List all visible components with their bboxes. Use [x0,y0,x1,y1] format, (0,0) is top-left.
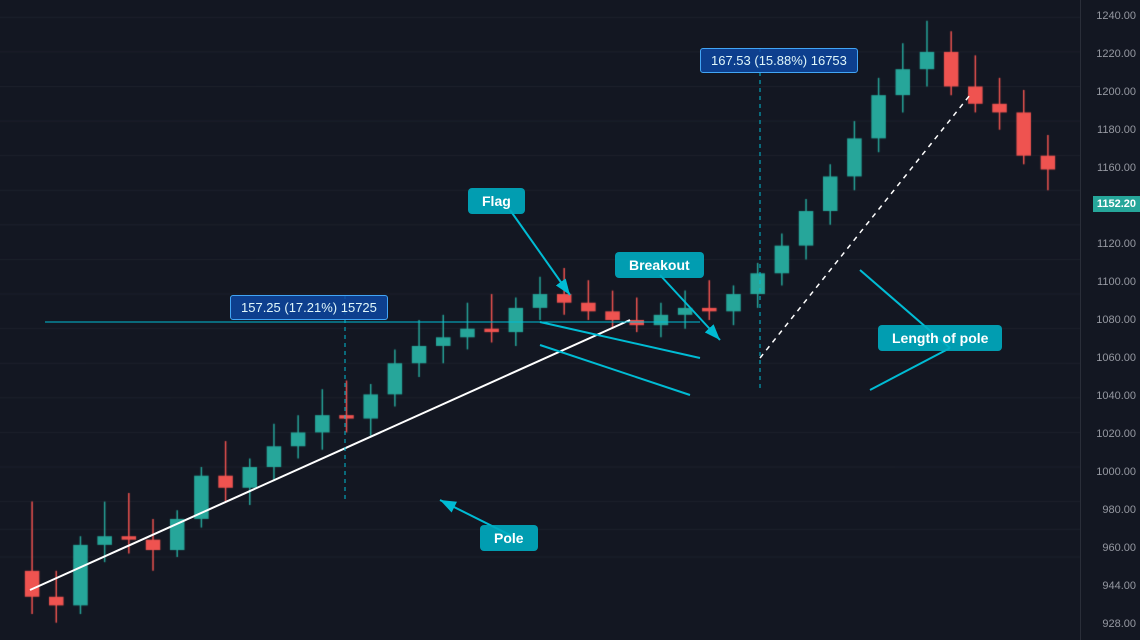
measurement-box-1: 157.25 (17.21%) 15725 [230,295,388,320]
current-price: 1152.20 [1093,196,1140,212]
pole-label: Pole [480,525,538,551]
length-of-pole-label: Length of pole [878,325,1002,351]
flag-label: Flag [468,188,525,214]
breakout-label: Breakout [615,252,704,278]
measurement-box-2: 167.53 (15.88%) 16753 [700,48,858,73]
